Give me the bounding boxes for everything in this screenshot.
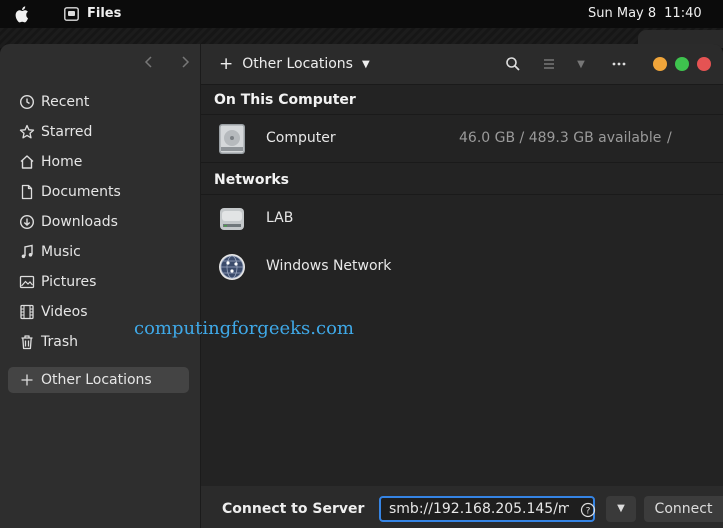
computer-row[interactable]: Computer 46.0 GB / 489.3 GB available / [201, 119, 723, 159]
sidebar-item-label: Pictures [41, 274, 97, 290]
top-bar: Files Sun May 8 11:40 [0, 0, 723, 28]
minimize-window-button[interactable] [675, 57, 689, 71]
plus-icon: + [219, 53, 234, 74]
maximize-window-button[interactable] [697, 57, 711, 71]
network-row-lab[interactable]: LAB [201, 199, 723, 239]
header-bar: + Other Locations ▼ ▼ [201, 44, 723, 85]
svg-text:?: ? [586, 507, 591, 517]
film-icon [18, 303, 36, 321]
search-button[interactable] [503, 54, 523, 74]
caret-down-icon: ▼ [361, 58, 370, 70]
trash-icon [18, 333, 36, 351]
watermark-text: computingforgeeks.com [134, 318, 354, 339]
clock-time: 11:40 [664, 6, 702, 21]
sidebar-item-other-locations[interactable]: Other Locations [8, 367, 189, 393]
app-menu-title[interactable]: Files [87, 6, 121, 21]
location-label: Other Locations [242, 56, 353, 72]
network-drive-icon [220, 208, 244, 230]
home-icon [18, 153, 36, 171]
clock[interactable]: Sun May 8 11:40 [588, 6, 702, 21]
document-icon [18, 183, 36, 201]
network-row-windows[interactable]: Windows Network [201, 247, 723, 287]
picture-icon [18, 273, 36, 291]
connect-button[interactable]: Connect [644, 496, 723, 522]
caret-down-icon: ▼ [577, 58, 585, 70]
music-note-icon [18, 243, 36, 261]
clock-icon [18, 93, 36, 111]
caret-down-icon: ▼ [617, 503, 625, 514]
networks-heading: Networks [214, 172, 290, 188]
help-icon[interactable]: ? [580, 502, 596, 518]
sidebar-item-label: Videos [41, 304, 88, 320]
search-icon [506, 57, 520, 71]
sidebar-item-recent[interactable]: Recent [8, 89, 189, 115]
hard-drive-icon [219, 124, 245, 154]
divider [201, 114, 723, 115]
apple-logo-icon[interactable] [14, 5, 32, 23]
clock-date: Sun May 8 [588, 6, 657, 21]
navigation-arrows [138, 54, 196, 74]
sidebar-item-label: Downloads [41, 214, 118, 230]
sidebar-item-label: Documents [41, 184, 121, 200]
sidebar-item-documents[interactable]: Documents [8, 179, 189, 205]
computer-space: 46.0 GB / 489.3 GB available [459, 130, 662, 146]
network-name: LAB [266, 210, 294, 226]
files-app-icon [64, 7, 79, 21]
chevron-right-icon [182, 56, 190, 68]
computer-mount-path: / [667, 130, 672, 146]
download-icon [18, 213, 36, 231]
on-this-computer-heading: On This Computer [214, 92, 356, 108]
sidebar-item-label: Starred [41, 124, 93, 140]
forward-button[interactable] [174, 54, 196, 74]
network-name: Windows Network [266, 258, 392, 274]
star-icon [18, 123, 36, 141]
menu-button[interactable] [609, 54, 629, 74]
connect-to-server-bar: Connect to Server ? ▼ Connect [201, 486, 723, 528]
list-view-button[interactable] [539, 54, 559, 74]
sidebar-item-label: Home [41, 154, 83, 170]
connect-to-server-label: Connect to Server [222, 501, 365, 517]
list-view-icon [544, 59, 554, 69]
view-options-button[interactable]: ▼ [571, 54, 591, 74]
location-button[interactable]: + Other Locations ▼ [219, 53, 370, 75]
computer-name: Computer [266, 130, 336, 146]
sidebar-item-pictures[interactable]: Pictures [8, 269, 189, 295]
sidebar-item-music[interactable]: Music [8, 239, 189, 265]
chevron-left-icon [144, 56, 152, 68]
sidebar-item-downloads[interactable]: Downloads [8, 209, 189, 235]
sidebar-item-home[interactable]: Home [8, 149, 189, 175]
recent-servers-dropdown[interactable]: ▼ [606, 496, 636, 522]
more-options-icon [612, 62, 626, 66]
plus-icon [18, 371, 36, 389]
sidebar-item-label: Other Locations [41, 372, 152, 388]
sidebar: Recent Starred Home Documents Downloads [0, 44, 201, 528]
sidebar-item-label: Music [41, 244, 81, 260]
sidebar-item-label: Trash [41, 334, 78, 350]
sidebar-item-label: Recent [41, 94, 90, 110]
windows-network-icon [219, 254, 245, 280]
divider [201, 194, 723, 195]
divider [201, 162, 723, 163]
back-button[interactable] [138, 54, 160, 74]
files-window: Recent Starred Home Documents Downloads [0, 44, 723, 528]
server-address-input[interactable] [379, 496, 595, 522]
sidebar-item-starred[interactable]: Starred [8, 119, 189, 145]
close-window-button[interactable] [653, 57, 667, 71]
main-content: + Other Locations ▼ ▼ On This Computer C… [201, 44, 723, 528]
